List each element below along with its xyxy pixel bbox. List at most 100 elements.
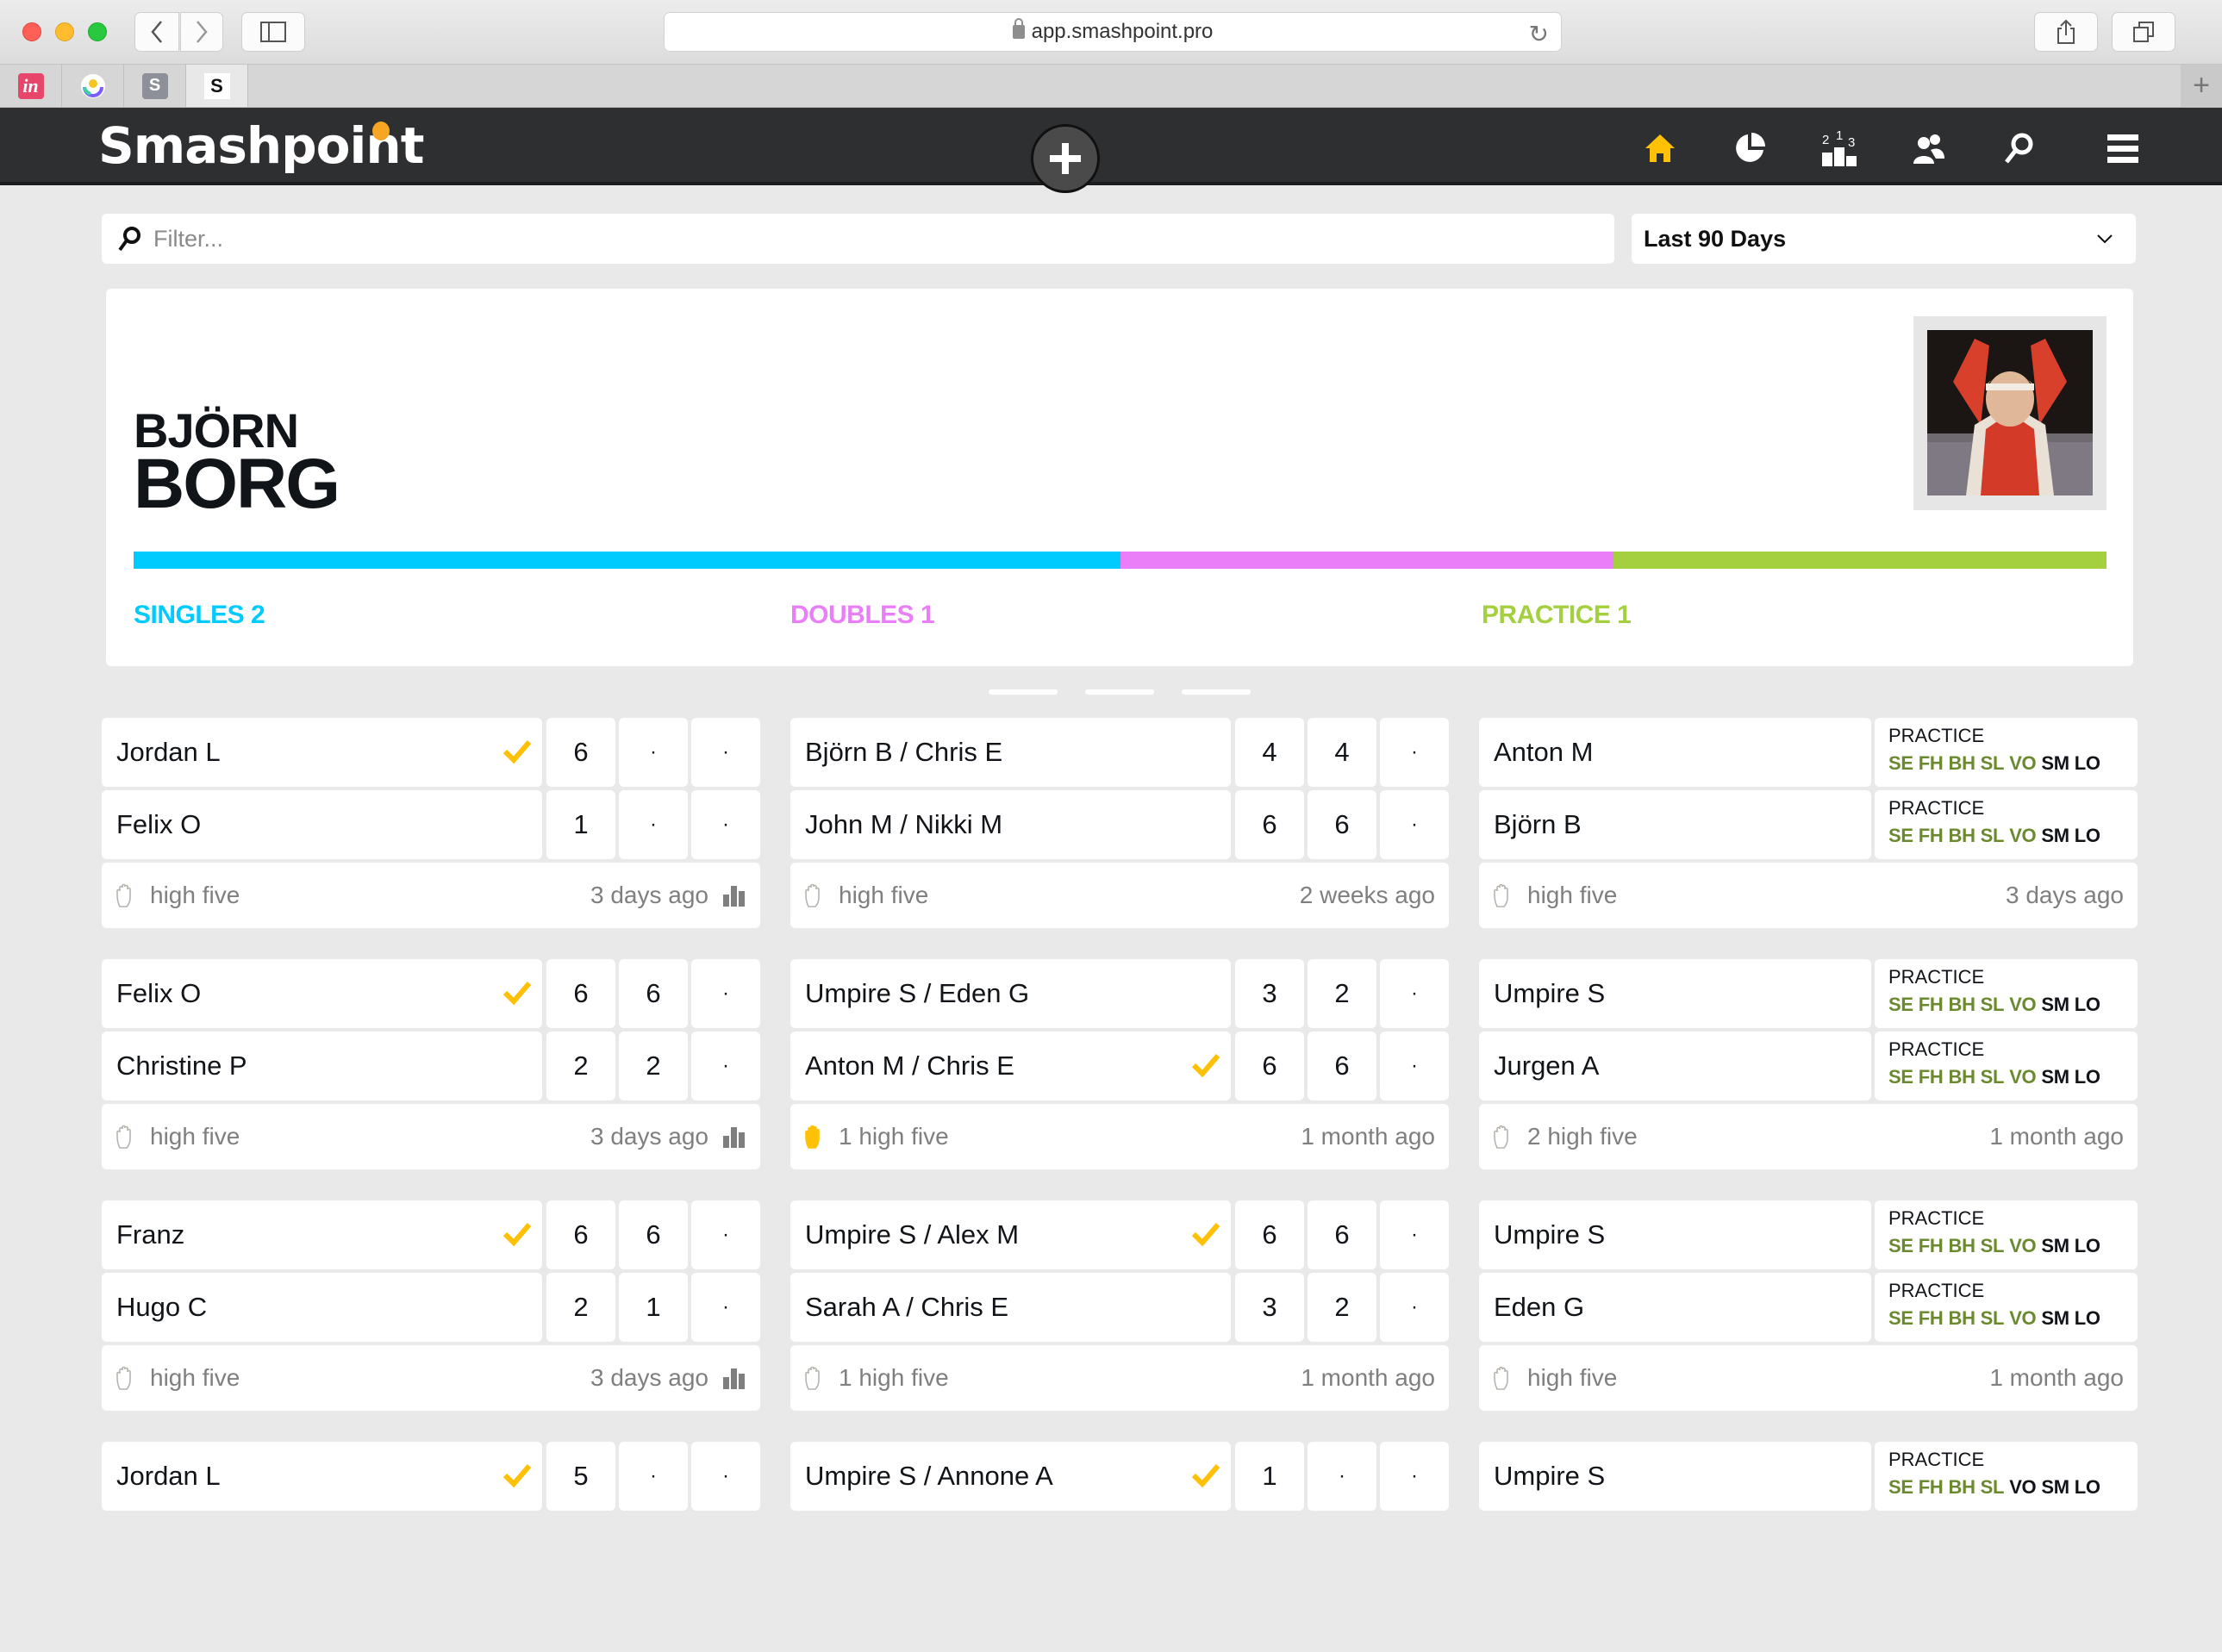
skill-practiced: VO (2009, 1066, 2037, 1088)
winner-check-icon (502, 739, 532, 771)
set-score: · (619, 790, 688, 859)
forward-button[interactable] (180, 12, 223, 52)
winner-check-icon (502, 1221, 532, 1254)
practice-match-card[interactable]: Umpire S PRACTICE SE FH BH SL VO SM LO (1479, 1442, 2138, 1652)
singles-match-card[interactable]: Felix O 6 6 · Christine P 2 2 · high five 3 days … (102, 959, 760, 1169)
nav-players[interactable] (1909, 128, 1949, 168)
player-name-cell[interactable]: Umpire S (1479, 1200, 1871, 1269)
pinned-tab-smashpoint[interactable]: S (186, 65, 248, 107)
carousel-indicator-3[interactable] (1182, 689, 1251, 695)
sidebar-toggle-button[interactable] (241, 12, 305, 52)
skill-practiced: BH (1948, 752, 1975, 774)
player-name-cell[interactable]: Umpire S (1479, 959, 1871, 1028)
skill-not-practiced: SM (2041, 1307, 2069, 1329)
pinned-tab-s[interactable]: S (124, 65, 186, 107)
match-stats-icon[interactable] (722, 884, 746, 907)
player-name-cell[interactable]: Felix O (102, 959, 542, 1028)
practice-match-card[interactable]: Anton M PRACTICE SE FH BH SL VO SM LO Björn B PRAC… (1479, 718, 2138, 928)
nav-stats[interactable] (1730, 128, 1769, 168)
player-photo-frame[interactable] (1913, 316, 2107, 510)
singles-match-card[interactable]: Jordan L 6 · · Felix O 1 · · high five 3 days ago (102, 718, 760, 928)
player-name: Umpire S / Alex M (805, 1219, 1020, 1250)
skill-practiced: SE (1888, 752, 1913, 774)
singles-match-card[interactable]: Franz 6 6 · Hugo C 2 1 · high five 3 days ago (102, 1200, 760, 1411)
pinned-tab-invision[interactable]: in (0, 65, 62, 107)
player-name-cell[interactable]: Anton M / Chris E (790, 1032, 1231, 1100)
doubles-match-card[interactable]: Umpire S / Alex M 6 6 · Sarah A / Chris E 3 2 ·… (790, 1200, 1449, 1411)
high-five-button[interactable]: high five (1493, 1364, 1617, 1392)
practice-match-card[interactable]: Umpire S PRACTICE SE FH BH SL VO SM LO Eden G PRAC… (1479, 1200, 2138, 1411)
high-five-label: 1 high five (839, 1123, 949, 1150)
zoom-window-button[interactable] (88, 22, 107, 41)
nav-rankings[interactable]: 213 (1819, 128, 1859, 168)
set-score: 2 (619, 1032, 688, 1100)
match-footer: 1 high five 1 month ago (790, 1345, 1449, 1411)
high-five-button[interactable]: 2 high five (1493, 1123, 1638, 1150)
player-name: Felix O (116, 978, 202, 1008)
minimize-window-button[interactable] (55, 22, 74, 41)
doubles-match-card[interactable]: Umpire S / Eden G 3 2 · Anton M / Chris E 6 6 ·… (790, 959, 1449, 1169)
practice-skills-cell: PRACTICE SE FH BH SL VO SM LO (1875, 1442, 2138, 1511)
player-name-cell[interactable]: Björn B (1479, 790, 1871, 859)
skills-list: SE FH BH SL VO SM LO (1888, 825, 2138, 847)
carousel-indicator-1[interactable] (989, 689, 1058, 695)
tabs-overview-button[interactable] (2112, 12, 2175, 52)
doubles-match-card[interactable]: Björn B / Chris E 4 4 · John M / Nikki M 6 6 · h… (790, 718, 1449, 928)
match-stats-icon[interactable] (722, 1125, 746, 1148)
practice-match-card[interactable]: Umpire S PRACTICE SE FH BH SL VO SM LO Jurgen A PR… (1479, 959, 2138, 1169)
practice-count-label[interactable]: PRACTICE 1 (1482, 601, 1632, 630)
back-button[interactable] (134, 12, 179, 52)
set-score: 6 (546, 959, 615, 1028)
high-five-button[interactable]: 1 high five (804, 1123, 949, 1150)
player-name-cell[interactable]: Jordan L (102, 1442, 542, 1511)
high-five-button[interactable]: high five (115, 1123, 240, 1150)
player-name-cell[interactable]: Jordan L (102, 718, 542, 787)
player-name-cell[interactable]: Franz (102, 1200, 542, 1269)
high-five-button[interactable]: 1 high five (804, 1364, 949, 1392)
doubles-count-label[interactable]: DOUBLES 1 (790, 601, 935, 630)
set-score: · (619, 718, 688, 787)
date-range-select[interactable]: Last 90 Days (1632, 214, 2136, 264)
high-five-button[interactable]: high five (1493, 882, 1617, 909)
share-icon (2057, 19, 2075, 44)
skill-practiced: SE (1888, 1235, 1913, 1256)
address-bar[interactable]: app.smashpoint.pro ↻ (664, 12, 1562, 52)
player-name-cell[interactable]: Anton M (1479, 718, 1871, 787)
nav-search[interactable] (1999, 128, 2038, 168)
search-icon (2005, 133, 2033, 164)
singles-match-card[interactable]: Jordan L 5 · · (102, 1442, 760, 1652)
high-five-button[interactable]: high five (115, 882, 240, 909)
add-match-button[interactable] (1031, 124, 1100, 193)
player-name-cell[interactable]: Umpire S / Annone A (790, 1442, 1231, 1511)
skill-practiced: VO (2009, 1307, 2037, 1329)
high-five-button[interactable]: high five (115, 1364, 240, 1392)
player-name-cell[interactable]: Umpire S / Eden G (790, 959, 1231, 1028)
player-name-cell[interactable]: Jurgen A (1479, 1032, 1871, 1100)
carousel-indicator-2[interactable] (1085, 689, 1154, 695)
nav-menu[interactable] (2103, 128, 2143, 168)
skill-not-practiced: VO (2009, 1476, 2037, 1498)
player-name-cell[interactable]: Felix O (102, 790, 542, 859)
skill-not-practiced: SM (2041, 1476, 2069, 1498)
nav-home[interactable] (1640, 128, 1680, 168)
player-name-cell[interactable]: Björn B / Chris E (790, 718, 1231, 787)
share-button[interactable] (2034, 12, 2098, 52)
player-name-cell[interactable]: Hugo C (102, 1273, 542, 1342)
new-tab-button[interactable]: + (2181, 65, 2222, 107)
filter-input[interactable] (153, 225, 1532, 252)
close-window-button[interactable] (22, 22, 41, 41)
doubles-match-card[interactable]: Umpire S / Annone A 1 · · (790, 1442, 1449, 1652)
skill-practiced: SL (1980, 1235, 2005, 1256)
player-name-cell[interactable]: Umpire S / Alex M (790, 1200, 1231, 1269)
player-name-cell[interactable]: Umpire S (1479, 1442, 1871, 1511)
player-name-cell[interactable]: John M / Nikki M (790, 790, 1231, 859)
match-stats-icon[interactable] (722, 1367, 746, 1389)
player-name-cell[interactable]: Sarah A / Chris E (790, 1273, 1231, 1342)
player-name: Umpire S / Eden G (805, 978, 1030, 1008)
high-five-button[interactable]: high five (804, 882, 928, 909)
singles-count-label[interactable]: SINGLES 2 (134, 601, 265, 630)
player-name-cell[interactable]: Christine P (102, 1032, 542, 1100)
pinned-tab-circle[interactable] (62, 65, 124, 107)
reload-icon[interactable]: ↻ (1529, 20, 1549, 48)
player-name-cell[interactable]: Eden G (1479, 1273, 1871, 1342)
